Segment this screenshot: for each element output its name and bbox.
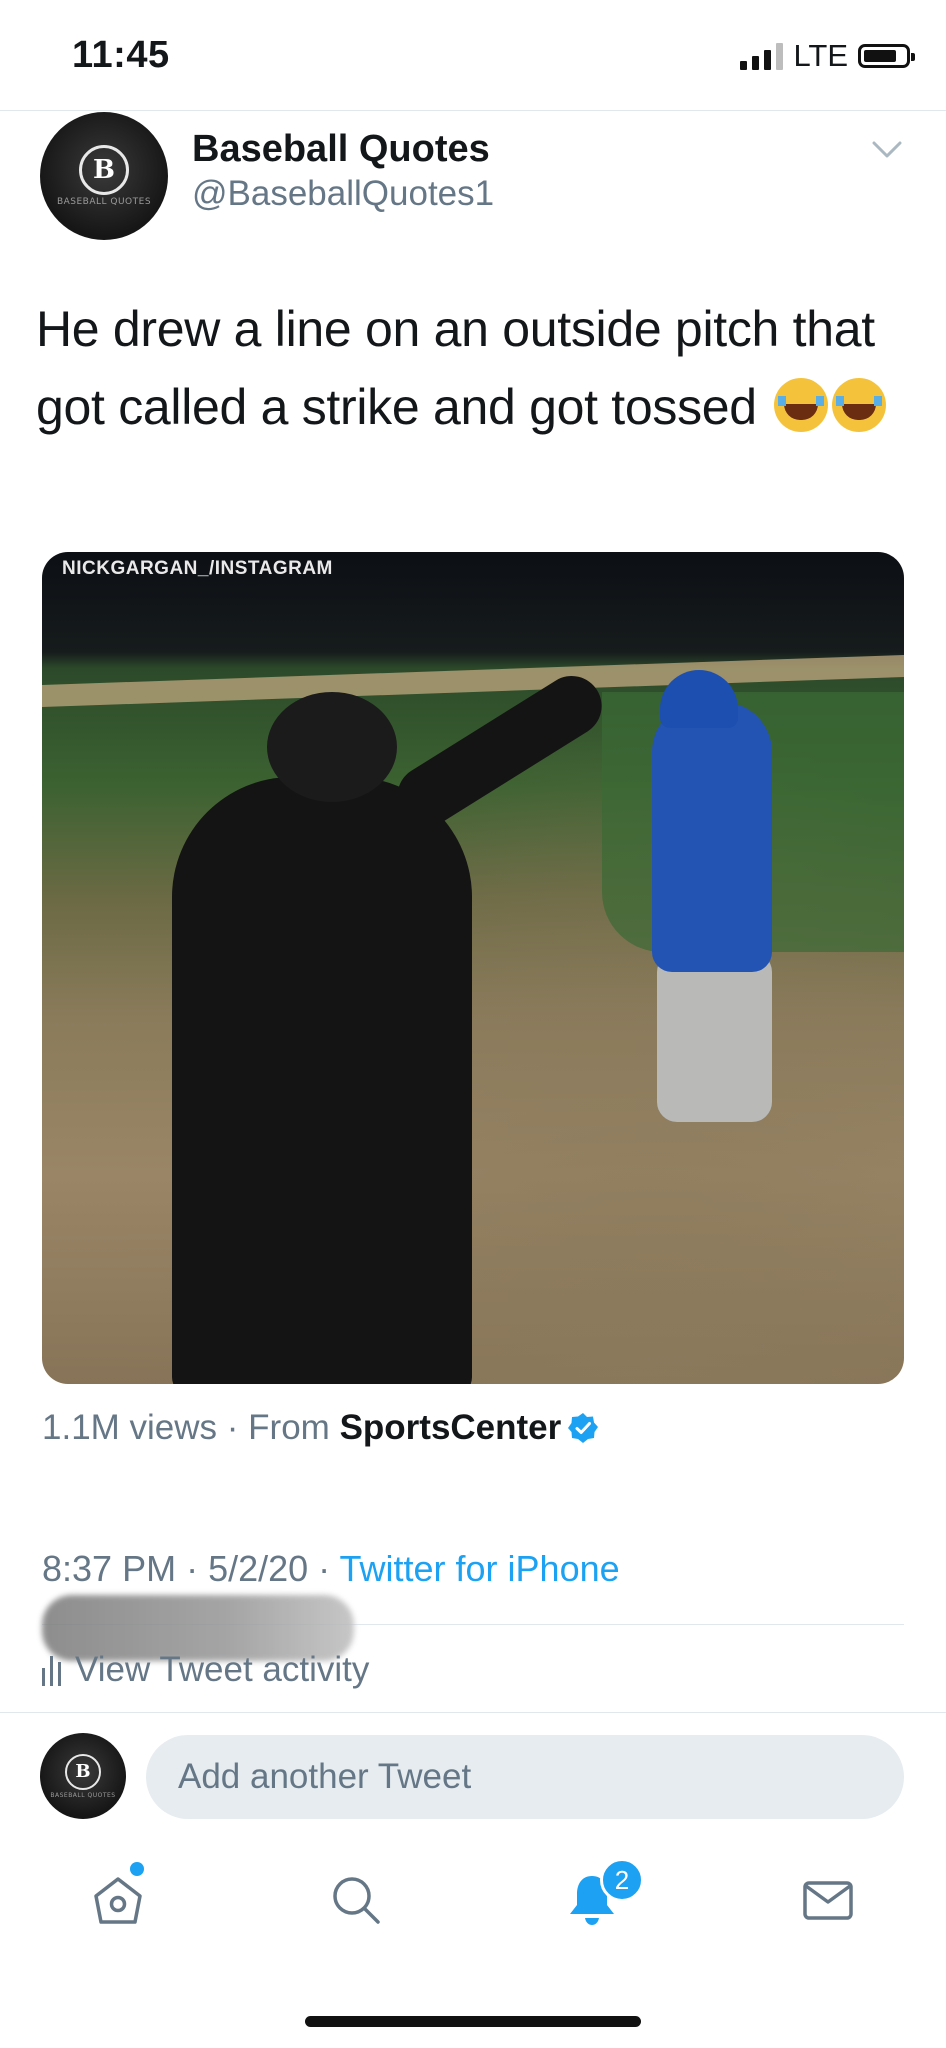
author-avatar[interactable]: B BASEBALL QUOTES [40,112,168,240]
activity-label: View Tweet activity [75,1650,370,1689]
video-source-link[interactable]: SportsCenter [340,1408,562,1447]
avatar-letter: B [65,1753,101,1790]
status-time: 11:45 [72,34,170,76]
signal-icon [740,42,784,70]
author-handle[interactable]: @BaseballQuotes1 [192,174,494,214]
tears-of-joy-emoji-icon [774,378,829,432]
reply-divider [0,1712,946,1713]
home-indicator[interactable] [305,2016,641,2027]
tweet-body: He drew a line on an outside pitch that … [36,301,875,435]
search-icon[interactable] [328,1872,384,1928]
author-display-name[interactable]: Baseball Quotes [192,128,490,171]
avatar-caption: BASEBALL QUOTES [56,197,152,207]
user-avatar[interactable]: B BASEBALL QUOTES [40,1733,126,1819]
tweet-text: He drew a line on an outside pitch that … [36,290,916,446]
tweet-date: 5/2/20 [208,1548,309,1589]
tweet-client-link[interactable]: Twitter for iPhone [340,1548,620,1589]
reply-placeholder: Add another Tweet [178,1757,472,1796]
chevron-down-icon[interactable] [870,132,904,166]
view-count: 1.1M views [42,1408,218,1447]
analytics-icon [42,1654,61,1686]
umpire-figure [172,777,472,1384]
video-credit: NICKGARGAN_/INSTAGRAM [62,558,333,579]
tears-of-joy-emoji-icon [832,378,887,432]
avatar-caption: BASEBALL QUOTES [50,1791,116,1799]
from-label: From [248,1408,330,1447]
battery-icon [858,44,915,68]
notification-count-badge: 2 [600,1858,644,1902]
batter-figure [657,952,772,1122]
tweet-video[interactable]: NICKGARGAN_/INSTAGRAM [42,552,904,1384]
view-activity-link[interactable]: View Tweet activity [42,1650,369,1690]
status-indicators: LTE [740,38,915,74]
tweet-time: 8:37 PM [42,1548,177,1589]
verified-badge-icon [568,1413,599,1443]
video-views: 1.1M views · From SportsCenter [42,1408,599,1448]
avatar-letter: B [79,145,129,195]
messages-icon[interactable] [800,1872,856,1928]
new-tweets-dot [130,1862,144,1876]
network-label: LTE [793,38,848,73]
add-tweet-input[interactable]: Add another Tweet [146,1735,904,1819]
home-icon[interactable] [90,1872,146,1928]
tweet-timestamp: 8:37 PM · 5/2/20 · Twitter for iPhone [42,1548,620,1589]
top-divider [0,110,946,111]
